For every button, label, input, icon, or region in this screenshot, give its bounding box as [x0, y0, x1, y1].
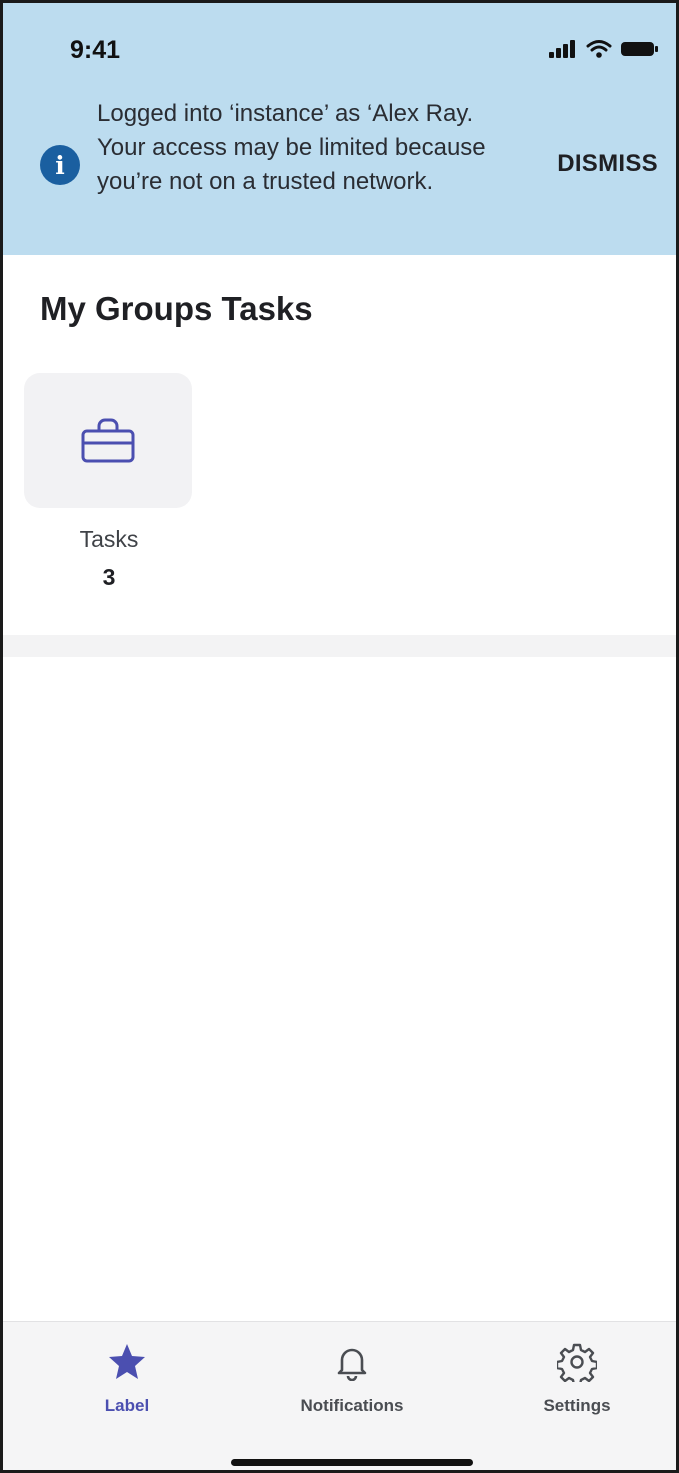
tab-notifications-text: Notifications: [300, 1396, 404, 1415]
section-title: My Groups Tasks: [40, 290, 313, 327]
tab-label-text: Label: [104, 1396, 150, 1415]
gear-icon: [557, 1343, 597, 1382]
status-time: 9:41: [70, 36, 121, 64]
tab-bar: Label Notifications Settings: [3, 1321, 676, 1470]
bell-icon: [337, 1348, 367, 1381]
tasks-card[interactable]: [24, 373, 192, 508]
signal-icon: [549, 40, 575, 58]
status-bar: 9:41: [3, 3, 676, 93]
tasks-count: 3: [102, 564, 116, 590]
wifi-icon: [586, 40, 612, 58]
dismiss-button[interactable]: DISMISS: [557, 150, 658, 178]
status-icons: [548, 39, 660, 59]
section-divider: [3, 635, 676, 657]
tasks-label: Tasks: [79, 526, 139, 552]
phone-screen: 9:41 i Logged into ‘instance’ as ‘Alex R…: [0, 0, 679, 1473]
info-banner: 9:41 i Logged into ‘instance’ as ‘Alex R…: [3, 3, 676, 255]
tab-settings-text: Settings: [543, 1396, 611, 1415]
home-indicator: [231, 1459, 473, 1466]
banner-message: Logged into ‘instance’ as ‘Alex Ray. You…: [97, 100, 486, 195]
tab-label[interactable]: Label: [27, 1322, 227, 1442]
star-icon: [109, 1344, 145, 1379]
battery-icon: [621, 42, 658, 56]
tab-notifications[interactable]: Notifications: [252, 1322, 452, 1442]
info-icon: i: [40, 145, 80, 185]
briefcase-icon: [81, 418, 135, 462]
tab-settings[interactable]: Settings: [477, 1322, 676, 1442]
